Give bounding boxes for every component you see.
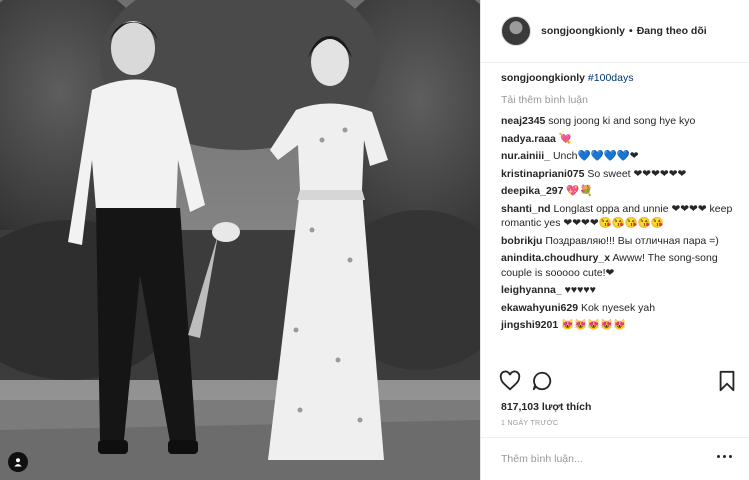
comment-username[interactable]: anindita.choudhury_x bbox=[501, 252, 610, 264]
post-photo[interactable] bbox=[0, 0, 480, 480]
speech-bubble-icon[interactable] bbox=[531, 370, 553, 395]
post-caption: songjoongkionly #100days bbox=[501, 71, 745, 85]
comment-text: Kok nyesek yah bbox=[580, 301, 656, 314]
separator-dot: • bbox=[629, 25, 633, 37]
author-username[interactable]: songjoongkionly bbox=[541, 25, 625, 37]
comment-text: 😻😻😻😻😻 bbox=[561, 319, 627, 331]
comment-username[interactable]: shanti_nd bbox=[501, 203, 551, 215]
add-comment-field[interactable]: Thêm bình luận... bbox=[481, 437, 749, 480]
bookmark-icon[interactable] bbox=[717, 370, 737, 395]
comment-username[interactable]: leighyanna_ bbox=[501, 284, 562, 296]
comment-username[interactable]: nur.ainiii_ bbox=[501, 150, 550, 162]
avatar[interactable] bbox=[501, 16, 531, 46]
post-side-panel: songjoongkionly • Đang theo dõi songjoon… bbox=[480, 0, 749, 480]
comment-item: nur.ainiii_ Unch💙💙💙💙❤ bbox=[501, 149, 745, 164]
caption-hashtag[interactable]: #100days bbox=[588, 72, 634, 84]
user-tag-icon[interactable] bbox=[8, 452, 28, 472]
comment-text: ♥♥♥♥♥ bbox=[564, 284, 596, 296]
comment-username[interactable]: ekawahyuni629 bbox=[501, 302, 578, 314]
comment-text: 💖💐 bbox=[566, 185, 593, 197]
comment-item: nadya.raaa 💘 bbox=[501, 132, 745, 147]
comment-text: Поздравляю!!! Вы отличная пара =) bbox=[545, 234, 719, 247]
following-button[interactable]: Đang theo dõi bbox=[637, 25, 707, 37]
comment-username[interactable]: bobrikju bbox=[501, 235, 542, 247]
comment-item: ekawahyuni629 Kok nyesek yah bbox=[501, 301, 745, 316]
wedding-couple-photo bbox=[0, 0, 480, 480]
comment-username[interactable]: kristinapriani075 bbox=[501, 168, 584, 180]
heart-outline-icon[interactable] bbox=[499, 370, 521, 395]
comment-username[interactable]: deepika_297 bbox=[501, 185, 563, 197]
comment-item: anindita.choudhury_x Awww! The song-song… bbox=[501, 251, 745, 280]
more-dots-icon[interactable] bbox=[717, 455, 732, 458]
comment-item: kristinapriani075 So sweet ❤❤❤❤❤❤ bbox=[501, 167, 745, 182]
post-timestamp: 1 NGÀY TRƯỚC bbox=[501, 420, 559, 427]
add-comment-placeholder: Thêm bình luận... bbox=[501, 453, 583, 465]
caption-username[interactable]: songjoongkionly bbox=[501, 72, 585, 84]
action-bar bbox=[497, 370, 737, 396]
comment-item: bobrikju Поздравляю!!! Вы отличная пара … bbox=[501, 234, 745, 249]
comment-item: jingshi9201 😻😻😻😻😻 bbox=[501, 318, 745, 333]
load-more-comments-link[interactable]: Tải thêm bình luận bbox=[501, 94, 745, 106]
comment-item: deepika_297 💖💐 bbox=[501, 184, 745, 199]
post-header: songjoongkionly • Đang theo dõi bbox=[481, 0, 749, 63]
comment-text: song joong ki and song hye kyo bbox=[548, 115, 696, 127]
comment-item: neaj2345 song joong ki and song hye kyo bbox=[501, 114, 745, 129]
comment-username[interactable]: jingshi9201 bbox=[501, 319, 558, 331]
comment-username[interactable]: nadya.raaa bbox=[501, 133, 556, 145]
comment-username[interactable]: neaj2345 bbox=[501, 115, 545, 127]
comment-item: shanti_nd Longlast oppa and unnie ❤❤❤❤ k… bbox=[501, 202, 745, 231]
likes-count[interactable]: 817,103 lượt thích bbox=[501, 401, 591, 413]
comments-list: songjoongkionly #100days Tải thêm bình l… bbox=[501, 71, 745, 336]
comment-text: Unch💙💙💙💙❤ bbox=[552, 150, 639, 162]
comment-text: So sweet ❤❤❤❤❤❤ bbox=[587, 167, 687, 180]
comment-text: 💘 bbox=[558, 132, 572, 145]
comment-item: leighyanna_ ♥♥♥♥♥ bbox=[501, 283, 745, 298]
